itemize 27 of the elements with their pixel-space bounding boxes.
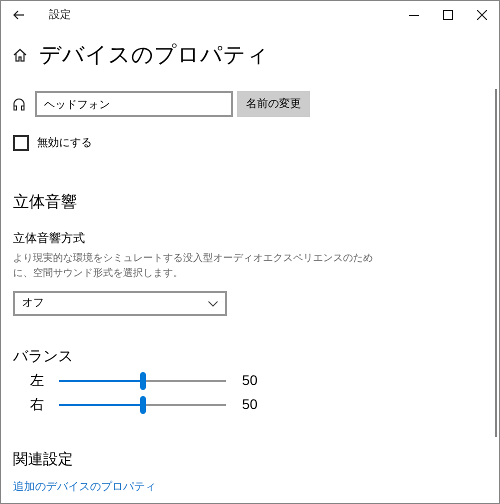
channel-label: 右 — [29, 395, 45, 414]
checkbox[interactable] — [13, 135, 29, 151]
section-heading: 関連設定 — [13, 450, 74, 470]
headphones-icon — [13, 98, 25, 110]
setting-label: 立体音響方式 — [13, 230, 86, 247]
balance-slider[interactable] — [59, 396, 226, 414]
balance-value: 50 — [242, 395, 258, 414]
balance-slider[interactable] — [59, 372, 226, 390]
rename-button[interactable]: 名前の変更 — [237, 91, 310, 117]
back-arrow-icon — [13, 10, 25, 20]
close-icon — [477, 10, 487, 20]
page-title: デバイスのプロパティ — [39, 44, 269, 66]
scrollbar[interactable] — [495, 89, 497, 437]
balance-value: 50 — [242, 371, 258, 390]
setting-description: より現実的な環境をシミュレートする没入型オーディオエクスペリエンスのために、空間サウンド形式を選択します。 — [13, 252, 374, 281]
maximize-icon — [443, 10, 453, 20]
spatial-sound-dropdown[interactable]: オフ — [13, 291, 227, 316]
home-icon — [13, 48, 27, 62]
section-heading: 立体音響 — [13, 192, 78, 213]
channel-label: 左 — [29, 371, 45, 390]
window-title: 設定 — [49, 8, 71, 23]
device-properties-link[interactable]: 追加のデバイスのプロパティ — [13, 479, 156, 496]
chevron-down-icon — [208, 300, 218, 306]
device-name-field[interactable]: ヘッドフォン — [35, 91, 233, 117]
checkbox-label: 無効にする — [37, 136, 92, 151]
minimize-icon — [409, 14, 419, 16]
section-heading: バランス — [13, 347, 74, 367]
